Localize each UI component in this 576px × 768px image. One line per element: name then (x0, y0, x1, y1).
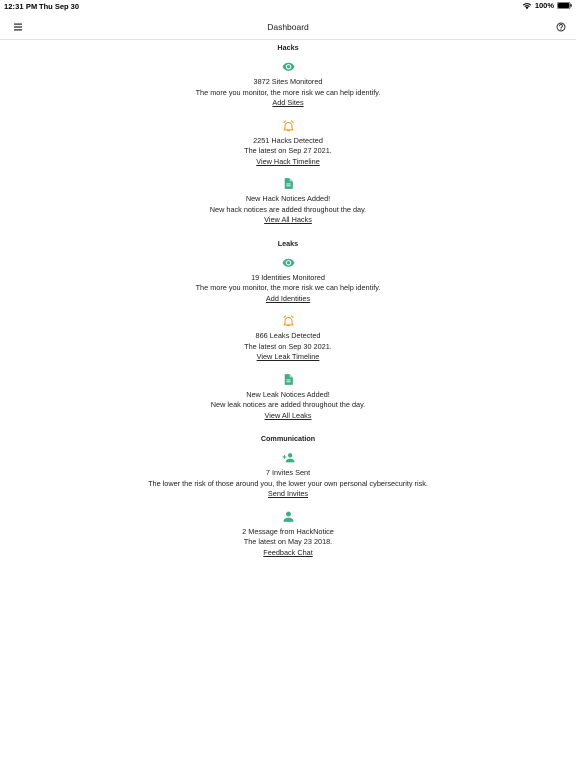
document-icon (284, 373, 293, 385)
alarm-icon (282, 119, 294, 131)
view-all-leaks-link[interactable]: View All Leaks (265, 411, 312, 422)
messages-card: 2 Message from HackNotice The latest on … (0, 510, 576, 559)
leaks-detected-card: 866 Leaks Detected The latest on Sep 30 … (0, 314, 576, 363)
dashboard-content: Hacks 3872 Sites Monitored The more you … (0, 40, 576, 558)
status-date: Thu Sep 30 (39, 2, 80, 11)
card-description: The more you monitor, the more risk we c… (195, 87, 381, 97)
status-time: 12:31 PM (4, 2, 38, 11)
hacks-detected-card: 2251 Hacks Detected The latest on Sep 27… (0, 119, 576, 168)
leaks-section: Leaks 19 Identities Monitored The more y… (0, 237, 576, 422)
eye-icon (282, 62, 294, 71)
card-stat: 3872 Sites Monitored (253, 77, 323, 86)
document-icon (284, 178, 293, 189)
alarm-icon (282, 315, 294, 327)
section-title-communication: Communication (260, 434, 316, 443)
card-stat: New Hack Notices Added! (245, 194, 331, 203)
help-icon[interactable] (556, 22, 566, 32)
card-stat: 2 Message from HackNotice (242, 526, 334, 536)
card-stat: New Leak Notices Added! (246, 389, 330, 399)
add-identities-link[interactable]: Add Identities (266, 294, 310, 305)
page-title: Dashboard (267, 22, 309, 32)
eye-icon (282, 258, 294, 267)
wifi-icon (522, 2, 532, 9)
view-hack-timeline-link[interactable]: View Hack Timeline (256, 157, 320, 168)
card-description: New leak notices are added throughout th… (210, 400, 366, 409)
feedback-chat-link[interactable]: Feedback Chat (263, 548, 313, 559)
card-description: The latest on May 23 2018. (243, 537, 333, 546)
navigation-bar: Dashboard (0, 13, 576, 40)
person-icon (283, 511, 293, 522)
battery-icon (557, 2, 572, 9)
view-leak-timeline-link[interactable]: View Leak Timeline (257, 352, 320, 363)
new-leak-notices-card: New Leak Notices Added! New leak notices… (0, 373, 576, 422)
card-stat: 19 Identities Monitored (251, 272, 325, 282)
card-stat: 866 Leaks Detected (255, 331, 321, 340)
card-stat: 2251 Hacks Detected (253, 135, 323, 145)
new-hack-notices-card: New Hack Notices Added! New hack notices… (0, 177, 576, 226)
card-description: The lower the risk of those around you, … (148, 478, 428, 488)
card-description: New hack notices are added throughout th… (209, 204, 367, 214)
sites-monitored-card: 3872 Sites Monitored The more you monito… (0, 60, 576, 109)
status-bar: 12:31 PM Thu Sep 30 100% (0, 0, 576, 12)
add-person-icon (282, 453, 294, 463)
identities-monitored-card: 19 Identities Monitored The more you mon… (0, 256, 576, 305)
status-indicators: 100% (522, 1, 572, 10)
communication-section: Communication 7 Invites Sent The lower t… (0, 432, 576, 558)
card-description: The latest on Sep 30 2021. (244, 341, 332, 351)
invites-sent-card: 7 Invites Sent The lower the risk of tho… (0, 451, 576, 500)
add-sites-link[interactable]: Add Sites (272, 98, 303, 109)
section-title-hacks: Hacks (277, 43, 299, 52)
card-description: The latest on Sep 27 2021. (244, 146, 332, 155)
view-all-hacks-link[interactable]: View All Hacks (264, 215, 312, 226)
hacks-section: Hacks 3872 Sites Monitored The more you … (0, 40, 576, 226)
battery-percent: 100% (534, 1, 554, 10)
card-stat: 7 Invites Sent (265, 468, 311, 477)
send-invites-link[interactable]: Send Invites (268, 489, 308, 500)
section-title-leaks: Leaks (277, 238, 299, 248)
card-description: The more you monitor, the more risk we c… (195, 283, 381, 292)
